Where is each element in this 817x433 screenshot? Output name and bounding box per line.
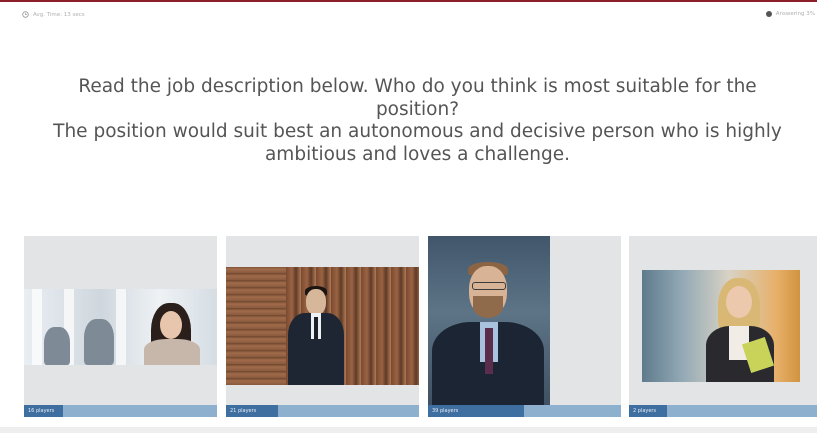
quiz-screen: Avg. Time: 13 secs Answering 3% Read the…: [0, 0, 817, 433]
avg-time-indicator: Avg. Time: 13 secs: [22, 11, 85, 18]
vote-count-3: 39 players: [432, 408, 459, 414]
answer-option-4[interactable]: 2 players: [629, 236, 817, 417]
candidate-photo-4: [642, 270, 800, 382]
candidate-photo-1: [24, 289, 217, 365]
avg-time-text: Avg. Time: 13 secs: [33, 11, 85, 18]
answering-status: Answering 3%: [765, 11, 815, 17]
candidate-photo-2: [226, 267, 419, 385]
answer-option-2[interactable]: 21 players: [226, 236, 419, 417]
vote-fill-1: 16 players: [24, 405, 63, 417]
answering-status-text: Answering 3%: [775, 11, 815, 17]
vote-bar-3: 39 players: [428, 405, 621, 417]
vote-count-4: 2 players: [633, 408, 657, 414]
vote-bar-4: 2 players: [629, 405, 817, 417]
question-line-3: The position would suit best an autonomo…: [53, 121, 782, 142]
vote-count-1: 16 players: [28, 408, 55, 414]
vote-bar-2: 21 players: [226, 405, 419, 417]
top-border: [0, 0, 817, 2]
bottom-border: [0, 427, 817, 433]
answer-option-3[interactable]: 39 players: [428, 236, 621, 417]
candidate-photo-3: [428, 236, 550, 405]
clock-icon: [22, 11, 29, 18]
vote-count-2: 21 players: [230, 408, 257, 414]
question-text: Read the job description below. Who do y…: [18, 76, 817, 166]
vote-fill-4: 2 players: [629, 405, 667, 417]
vote-fill-2: 21 players: [226, 405, 278, 417]
question-line-1: Read the job description below. Who do y…: [78, 76, 757, 97]
question-line-4: ambitious and loves a challenge.: [264, 143, 571, 165]
vote-fill-3: 39 players: [428, 405, 524, 417]
status-dot-icon: [765, 11, 772, 17]
vote-bar-1: 16 players: [24, 405, 217, 417]
question-line-2: position?: [375, 98, 460, 120]
answer-option-1[interactable]: 16 players: [24, 236, 217, 417]
